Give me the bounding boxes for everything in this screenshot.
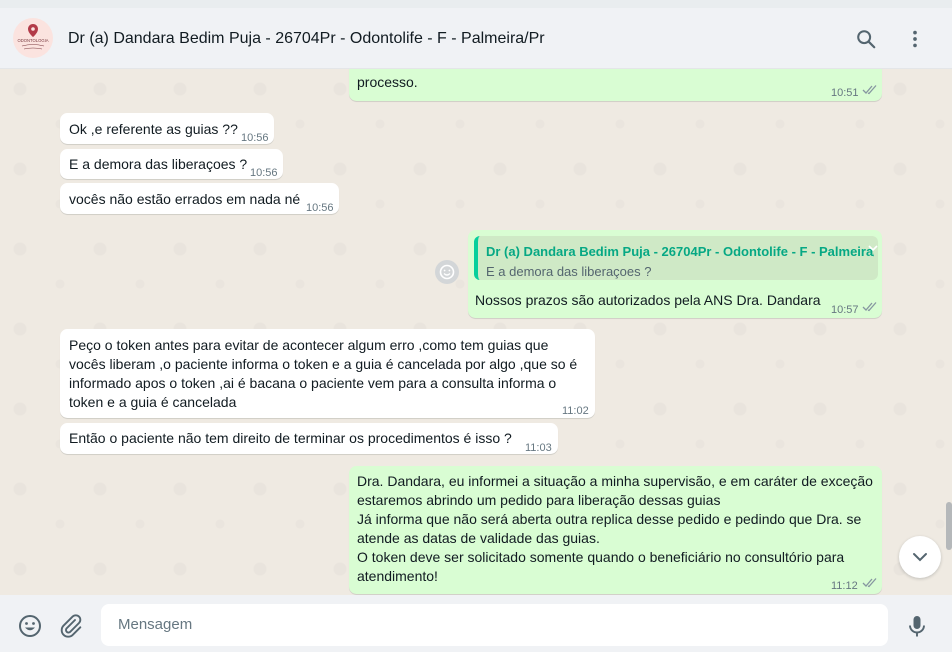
message-incoming[interactable]: Então o paciente não tem direito de term… [60,423,558,454]
message-time: 10:56 [306,202,334,214]
message-text: atendimento! [357,568,438,584]
message-text: Então o paciente não tem direito de term… [69,430,512,446]
message-text: estaremos abrindo um pedido para liberaç… [357,492,721,508]
chevron-down-icon [913,553,927,562]
quoted-author: Dr (a) Dandara Bedim Puja - 26704Pr - Od… [486,244,874,259]
message-outgoing[interactable]: processo. 10:51 [349,69,882,101]
message-text: Ok ,e referente as guias ?? [69,121,238,137]
message-text: token e a guia é cancelada [69,394,237,410]
message-text: Peço o token antes para evitar de aconte… [69,337,549,353]
scroll-to-bottom-button[interactable] [899,536,941,578]
message-input-placeholder: Mensagem [118,616,193,633]
read-ticks-icon [862,578,877,588]
message-incoming[interactable]: vocês não estão errados em nada né 10:56 [60,183,339,214]
message-time: 10:56 [250,167,278,179]
message-text: processo. [357,74,418,90]
message-text: Dra. Dandara, eu informei a situação a m… [357,473,873,489]
message-list[interactable]: processo. 10:51 Ok ,e referente as guias… [0,69,952,595]
message-time: 10:51 [831,87,859,99]
reaction-button[interactable] [435,260,459,284]
quoted-message[interactable]: Dr (a) Dandara Bedim Puja - 26704Pr - Od… [474,236,878,280]
contact-avatar[interactable]: ODONTOLOGIA [13,18,53,58]
message-time: 10:57 [831,304,859,316]
chevron-down-icon[interactable] [866,241,880,255]
message-outgoing-reply[interactable]: Dr (a) Dandara Bedim Puja - 26704Pr - Od… [468,230,882,318]
kebab-menu-icon[interactable] [904,28,926,50]
message-time: 11:12 [831,580,858,592]
message-incoming[interactable]: Ok ,e referente as guias ?? 10:56 [60,113,274,144]
emoji-reaction-icon [439,264,455,280]
message-text: vocês não estão errados em nada né [69,191,301,207]
message-text: vocês liberam ,o paciente informa o toke… [69,356,578,372]
message-time: 10:56 [241,132,269,144]
avatar-text: ODONTOLOGIA [17,38,48,43]
message-text: atende as datas de validade das guias. [357,530,600,546]
message-outgoing[interactable]: Dra. Dandara, eu informei a situação a m… [349,466,882,594]
read-ticks-icon [862,302,877,312]
quoted-text: E a demora das liberaçoes ? [486,264,652,279]
message-incoming[interactable]: Peço o token antes para evitar de aconte… [60,329,595,418]
microphone-icon[interactable] [904,613,930,639]
contact-name[interactable]: Dr (a) Dandara Bedim Puja - 26704Pr - Od… [68,30,545,48]
message-text: E a demora das liberaçoes ? [69,156,248,172]
search-icon[interactable] [855,28,877,50]
message-text: informado apos o token ,ai é bacana o pa… [69,375,557,391]
chat-header: ODONTOLOGIA Dr (a) Dandara Bedim Puja - … [0,8,952,69]
message-text: Nossos prazos são autorizados pela ANS D… [475,292,821,308]
scrollbar-thumb[interactable] [946,502,952,550]
message-time: 11:02 [562,405,589,417]
message-input[interactable]: Mensagem [101,604,888,646]
message-incoming[interactable]: E a demora das liberaçoes ? 10:56 [60,149,283,179]
message-text: Já informa que não será aberta outra rep… [357,511,862,527]
composer-bar: Mensagem [0,595,952,652]
message-text: O token deve ser solicitado somente quan… [357,549,845,565]
window-top-strip [0,0,952,8]
message-time: 11:03 [525,442,552,454]
paperclip-icon[interactable] [58,613,84,639]
emoji-icon[interactable] [17,613,43,639]
read-ticks-icon [862,85,877,95]
